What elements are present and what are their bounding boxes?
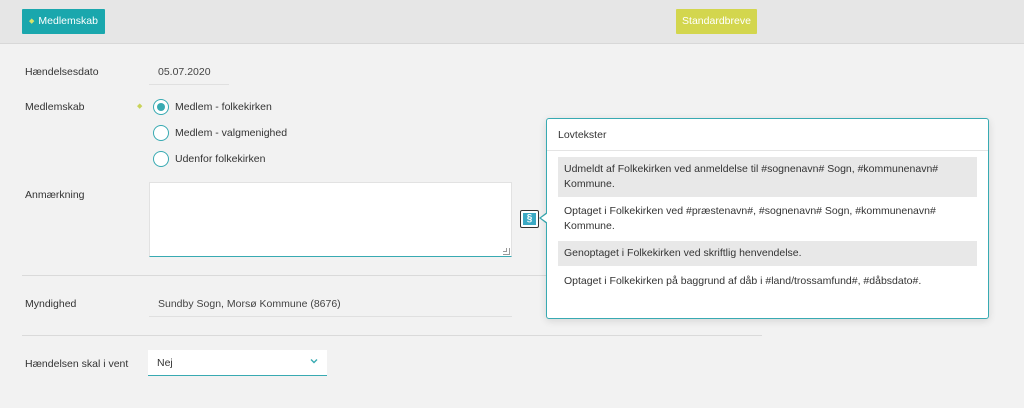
popover-pointer-inner [541, 213, 548, 223]
medlemskab-label: Medlemskab [25, 101, 85, 113]
lovtekster-popover: Lovtekster Udmeldt af Folkekirken ved an… [546, 118, 989, 319]
myndighed-value: Sundby Sogn, Morsø Kommune (8676) [158, 298, 341, 310]
radio-medlem-folkekirken[interactable]: Medlem - folkekirken [153, 99, 272, 115]
paragraph-icon: § [523, 213, 536, 225]
myndighed-label: Myndighed [25, 298, 77, 310]
vent-select[interactable]: Nej [148, 350, 327, 376]
radio-button-checked[interactable] [153, 99, 169, 115]
anmaerkning-textarea[interactable] [149, 182, 512, 257]
radio-label: Medlem - valgmenighed [175, 127, 288, 139]
lovtekster-button[interactable]: § [520, 210, 539, 228]
standardbreve-button[interactable]: Standardbreve [676, 9, 757, 34]
lovtekst-item[interactable]: Optaget i Folkekirken på baggrund af dåb… [558, 269, 977, 294]
diamond-icon: ◆ [137, 103, 143, 110]
radio-button[interactable] [153, 125, 169, 141]
radio-label: Medlem - folkekirken [175, 101, 272, 113]
section-divider [22, 335, 762, 336]
radio-udenfor-folkekirken[interactable]: Udenfor folkekirken [153, 151, 265, 167]
diamond-icon: ◆ [29, 18, 35, 25]
myndighed-underline [149, 316, 512, 317]
medlemskab-button-label: Medlemskab [38, 15, 98, 27]
haendelsesdato-label: Hændelsesdato [25, 66, 99, 78]
haendelsesdato-underline [149, 84, 229, 85]
radio-medlem-valgmenighed[interactable]: Medlem - valgmenighed [153, 125, 287, 141]
resize-grip-icon[interactable] [503, 248, 510, 255]
lovtekst-item[interactable]: Genoptaget i Folkekirken ved skriftlig h… [558, 241, 977, 266]
radio-button[interactable] [153, 151, 169, 167]
popover-divider [547, 150, 988, 151]
radio-label: Udenfor folkekirken [175, 153, 266, 165]
top-toolbar: ◆ Medlemskab Standardbreve [0, 0, 1024, 44]
anmaerkning-label: Anmærkning [25, 189, 85, 201]
lovtekst-item[interactable]: Optaget i Folkekirken ved #præstenavn#, … [558, 199, 977, 239]
medlemskab-button[interactable]: ◆ Medlemskab [22, 9, 105, 34]
vent-select-value: Nej [157, 357, 173, 369]
haendelsesdato-value[interactable]: 05.07.2020 [158, 66, 211, 78]
vent-label: Hændelsen skal i vent [25, 358, 129, 370]
popover-title: Lovtekster [558, 129, 607, 141]
chevron-down-icon [310, 359, 318, 364]
lovtekst-item[interactable]: Udmeldt af Folkekirken ved anmeldelse ti… [558, 157, 977, 197]
